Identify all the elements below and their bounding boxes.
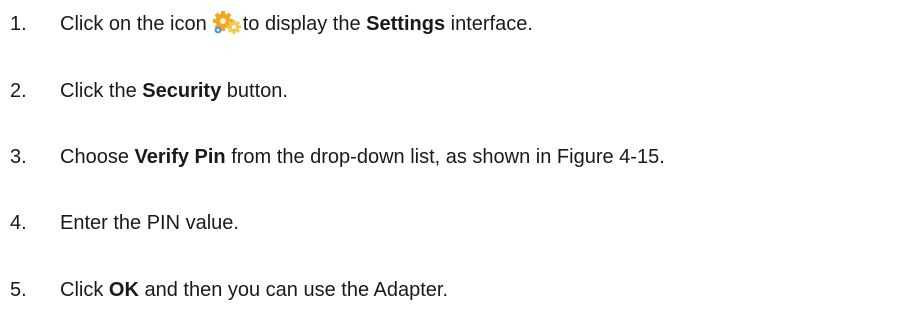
step-number: 1. xyxy=(10,13,27,35)
ok-label: OK xyxy=(108,279,139,301)
step-text-part: Click xyxy=(60,279,104,301)
step-number: 3. xyxy=(10,146,27,168)
step-number: 5. xyxy=(10,279,27,301)
step-number: 2. xyxy=(10,80,27,102)
step-text-part: Click on the icon xyxy=(60,13,207,35)
step-text-part: from the drop-down list, as shown in Fig… xyxy=(231,146,665,168)
step-text-part: Click the xyxy=(60,80,137,102)
step-text: Click OK and then you can use the Adapte… xyxy=(60,275,448,305)
step-text: Enter the PIN value. xyxy=(60,212,239,234)
settings-label: Settings xyxy=(366,13,446,35)
step-number: 4. xyxy=(10,212,27,234)
verify-pin-label: Verify Pin xyxy=(134,146,226,168)
settings-gears-icon xyxy=(212,11,242,35)
step-text-part: Choose xyxy=(60,146,129,168)
step-text: Click on the icon to display the Setting… xyxy=(60,9,533,39)
step-text-part: interface. xyxy=(450,13,533,35)
step-text-part: button. xyxy=(226,80,288,102)
step-text: Click the Security button. xyxy=(60,76,288,106)
step-text-part: to display the xyxy=(242,13,361,35)
step-text-part: and then you can use the Adapter. xyxy=(144,279,449,301)
step-text: Choose Verify Pin from the drop-down lis… xyxy=(60,142,665,172)
security-label: Security xyxy=(142,80,222,102)
